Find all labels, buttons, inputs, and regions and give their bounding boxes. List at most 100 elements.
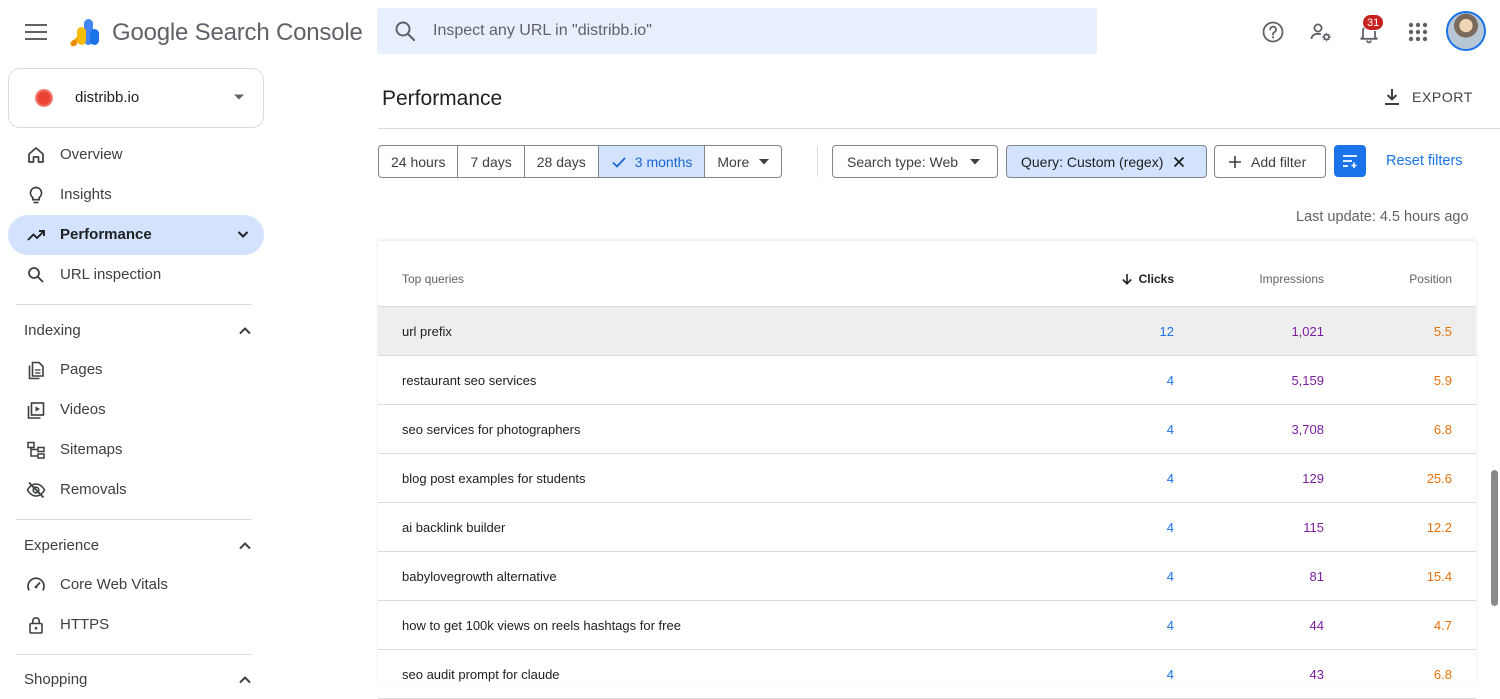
table-row[interactable]: how to get 100k views on reels hashtags … bbox=[378, 601, 1476, 650]
range-3-months[interactable]: 3 months bbox=[598, 146, 706, 177]
table-row[interactable]: seo services for photographers 4 3,708 6.8 bbox=[378, 405, 1476, 454]
col-label: Clicks bbox=[1138, 272, 1174, 286]
query-cell: babylovegrowth alternative bbox=[402, 569, 557, 584]
date-range-selector: 24 hours 7 days 28 days 3 months More bbox=[378, 145, 783, 178]
user-avatar[interactable] bbox=[1446, 11, 1486, 51]
apps-grid-icon[interactable] bbox=[1402, 14, 1434, 50]
search-console-logo[interactable] bbox=[68, 17, 102, 49]
chevron-up-icon[interactable] bbox=[237, 673, 253, 687]
nav-insights[interactable]: Insights bbox=[8, 175, 264, 215]
nav-removals[interactable]: Removals bbox=[8, 470, 264, 510]
query-cell: url prefix bbox=[402, 324, 452, 339]
trending-up-icon bbox=[26, 225, 46, 245]
nav-overview[interactable]: Overview bbox=[8, 135, 264, 175]
clicks-cell: 4 bbox=[1166, 471, 1174, 486]
nav-label: URL inspection bbox=[60, 266, 162, 283]
search-type-filter[interactable]: Search type: Web bbox=[832, 145, 998, 178]
nav-label: Removals bbox=[60, 481, 127, 498]
export-label: EXPORT bbox=[1412, 89, 1473, 105]
query-filter-chip[interactable]: Query: Custom (regex) bbox=[1006, 145, 1207, 178]
range-24-hours[interactable]: 24 hours bbox=[379, 146, 459, 177]
sidebar-divider bbox=[16, 519, 252, 520]
col-top-queries[interactable]: Top queries bbox=[402, 272, 464, 286]
range-more-dropdown[interactable]: More bbox=[705, 146, 781, 177]
col-clicks[interactable]: Clicks bbox=[1121, 272, 1174, 286]
table-row[interactable]: seo audit prompt for claude 4 43 6.8 bbox=[378, 650, 1476, 699]
nav-label: Insights bbox=[60, 186, 112, 203]
speed-icon bbox=[26, 575, 46, 595]
scrollbar-thumb[interactable] bbox=[1491, 470, 1498, 606]
url-inspect-search[interactable] bbox=[377, 8, 1097, 54]
search-icon bbox=[26, 265, 46, 285]
section-indexing-title[interactable]: Indexing bbox=[24, 322, 81, 339]
plus-icon bbox=[1229, 155, 1241, 168]
nav-sitemaps[interactable]: Sitemaps bbox=[8, 430, 264, 470]
position-cell: 25.6 bbox=[1426, 471, 1452, 486]
reset-filters-link[interactable]: Reset filters bbox=[1386, 153, 1463, 169]
position-cell: 5.9 bbox=[1433, 373, 1452, 388]
range-label: 3 months bbox=[634, 153, 693, 170]
filter-label: Add filter bbox=[1251, 153, 1307, 170]
nav-url-inspection[interactable]: URL inspection bbox=[8, 255, 264, 295]
nav-label: Performance bbox=[60, 226, 152, 243]
property-selector[interactable]: distribb.io bbox=[8, 68, 264, 128]
clicks-cell: 4 bbox=[1166, 618, 1174, 633]
range-7-days[interactable]: 7 days bbox=[458, 146, 525, 177]
position-cell: 15.4 bbox=[1426, 569, 1452, 584]
filter-settings-icon[interactable] bbox=[1334, 145, 1366, 177]
section-shopping-title[interactable]: Shopping bbox=[24, 671, 87, 688]
table-row[interactable]: blog post examples for students 4 129 25.6 bbox=[378, 454, 1476, 503]
nav-label: Sitemaps bbox=[60, 441, 123, 458]
nav-core-web-vitals[interactable]: Core Web Vitals bbox=[8, 565, 264, 605]
impressions-cell: 44 bbox=[1309, 618, 1324, 633]
nav-pages[interactable]: Pages bbox=[8, 350, 264, 390]
notification-count-badge: 31 bbox=[1362, 14, 1385, 31]
clicks-cell: 4 bbox=[1166, 373, 1174, 388]
range-28-days[interactable]: 28 days bbox=[525, 146, 599, 177]
query-cell: blog post examples for students bbox=[402, 471, 586, 486]
nav-label: HTTPS bbox=[60, 616, 110, 633]
position-cell: 4.7 bbox=[1433, 618, 1452, 633]
help-icon[interactable] bbox=[1257, 14, 1289, 50]
home-icon bbox=[26, 145, 46, 165]
close-icon[interactable] bbox=[1173, 156, 1185, 168]
query-cell: restaurant seo services bbox=[402, 373, 537, 388]
scrollbar[interactable] bbox=[1488, 240, 1500, 683]
section-experience-title[interactable]: Experience bbox=[24, 537, 99, 554]
url-inspect-input[interactable] bbox=[433, 8, 1073, 54]
chevron-up-icon[interactable] bbox=[237, 539, 253, 553]
filter-label: Query: Custom (regex) bbox=[1021, 153, 1164, 170]
table-header: Top queries Clicks Impressions Position bbox=[378, 251, 1476, 307]
table-row[interactable]: ai backlink builder 4 115 12.2 bbox=[378, 503, 1476, 552]
table-row[interactable]: babylovegrowth alternative 4 81 15.4 bbox=[378, 552, 1476, 601]
nav-label: Pages bbox=[60, 361, 103, 378]
download-icon bbox=[1382, 87, 1402, 107]
position-cell: 5.5 bbox=[1433, 324, 1452, 339]
sidebar-divider bbox=[16, 304, 252, 305]
caret-down-icon bbox=[970, 158, 981, 165]
table-row[interactable]: restaurant seo services 4 5,159 5.9 bbox=[378, 356, 1476, 405]
chevron-down-icon bbox=[236, 227, 250, 241]
nav-videos[interactable]: Videos bbox=[8, 390, 264, 430]
chevron-up-icon[interactable] bbox=[237, 324, 253, 338]
page-title: Performance bbox=[382, 87, 503, 110]
nav-https[interactable]: HTTPS bbox=[8, 605, 264, 645]
last-update-text: Last update: 4.5 hours ago bbox=[1296, 209, 1469, 225]
lock-icon bbox=[26, 615, 46, 635]
queries-table: Top queries Clicks Impressions Position … bbox=[378, 241, 1476, 699]
main-menu-icon[interactable] bbox=[16, 12, 56, 52]
nav-performance[interactable]: Performance bbox=[8, 215, 264, 255]
app-name[interactable]: Google Search Console bbox=[112, 19, 363, 47]
header-divider bbox=[378, 128, 1500, 129]
impressions-cell: 115 bbox=[1303, 520, 1324, 535]
export-button[interactable]: EXPORT bbox=[1382, 85, 1473, 109]
account-settings-icon[interactable] bbox=[1305, 14, 1337, 50]
table-row[interactable]: url prefix 12 1,021 5.5 bbox=[378, 307, 1476, 356]
add-filter-button[interactable]: Add filter bbox=[1214, 145, 1326, 178]
col-position[interactable]: Position bbox=[1409, 272, 1452, 286]
col-impressions[interactable]: Impressions bbox=[1259, 272, 1324, 286]
clicks-cell: 4 bbox=[1166, 520, 1174, 535]
clicks-cell: 4 bbox=[1166, 422, 1174, 437]
impressions-cell: 1,021 bbox=[1291, 324, 1324, 339]
query-cell: seo services for photographers bbox=[402, 422, 581, 437]
